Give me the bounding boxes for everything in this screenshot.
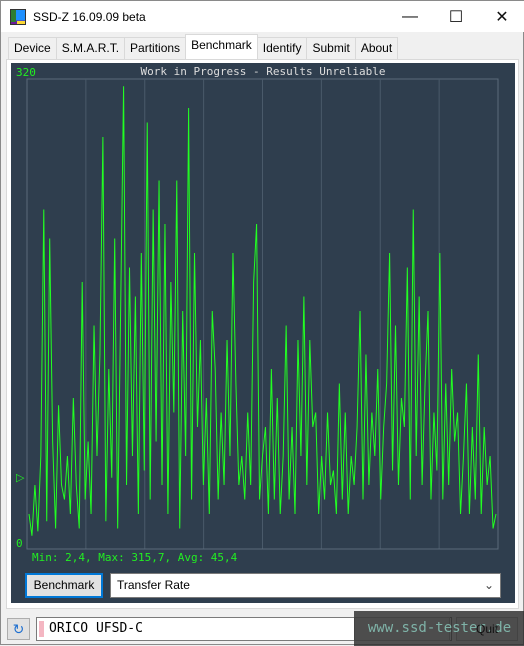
y-tick-zero: 0 [16, 537, 23, 550]
device-name: ORICO UFSD-C [49, 621, 143, 636]
minimize-button[interactable]: — [387, 1, 433, 32]
benchmark-mode-select[interactable]: Transfer Rate ⌄ [110, 573, 501, 598]
title-bar: SSD-Z 16.09.09 beta — ☐ ✕ [1, 1, 524, 32]
tab-device[interactable]: Device [8, 37, 57, 59]
benchmark-chart: 320 Work in Progress - Results Unreliabl… [11, 63, 515, 603]
tab-identify[interactable]: Identify [256, 37, 308, 59]
tab-partitions[interactable]: Partitions [124, 37, 187, 59]
mode-value: Transfer Rate [117, 578, 190, 592]
avg-marker-icon: ▷ [16, 472, 25, 484]
chart-svg: 320 Work in Progress - Results Unreliabl… [16, 65, 499, 564]
refresh-icon[interactable]: ↻ [7, 618, 30, 640]
stats-text: Min: 2,4, Max: 315,7, Avg: 45,4 [32, 551, 238, 564]
chevron-down-icon: ⌄ [483, 578, 494, 592]
tab-submit[interactable]: Submit [306, 37, 356, 59]
close-button[interactable]: ✕ [479, 1, 524, 32]
quit-button-label[interactable]: Quit [456, 617, 518, 641]
app-icon [10, 8, 26, 25]
maximize-button[interactable]: ☐ [433, 1, 479, 32]
y-tick-max: 320 [16, 66, 36, 79]
status-indicator [39, 621, 44, 637]
benchmark-button[interactable]: Benchmark [25, 573, 103, 598]
window-title: SSD-Z 16.09.09 beta [33, 9, 146, 24]
tab-smart[interactable]: S.M.A.R.T. [55, 37, 126, 59]
tab-about[interactable]: About [354, 37, 399, 59]
tab-benchmark[interactable]: Benchmark [185, 34, 258, 59]
tab-bar: Device S.M.A.R.T. Partitions Benchmark I… [8, 34, 399, 59]
chart-title: Work in Progress - Results Unreliable [140, 65, 385, 78]
